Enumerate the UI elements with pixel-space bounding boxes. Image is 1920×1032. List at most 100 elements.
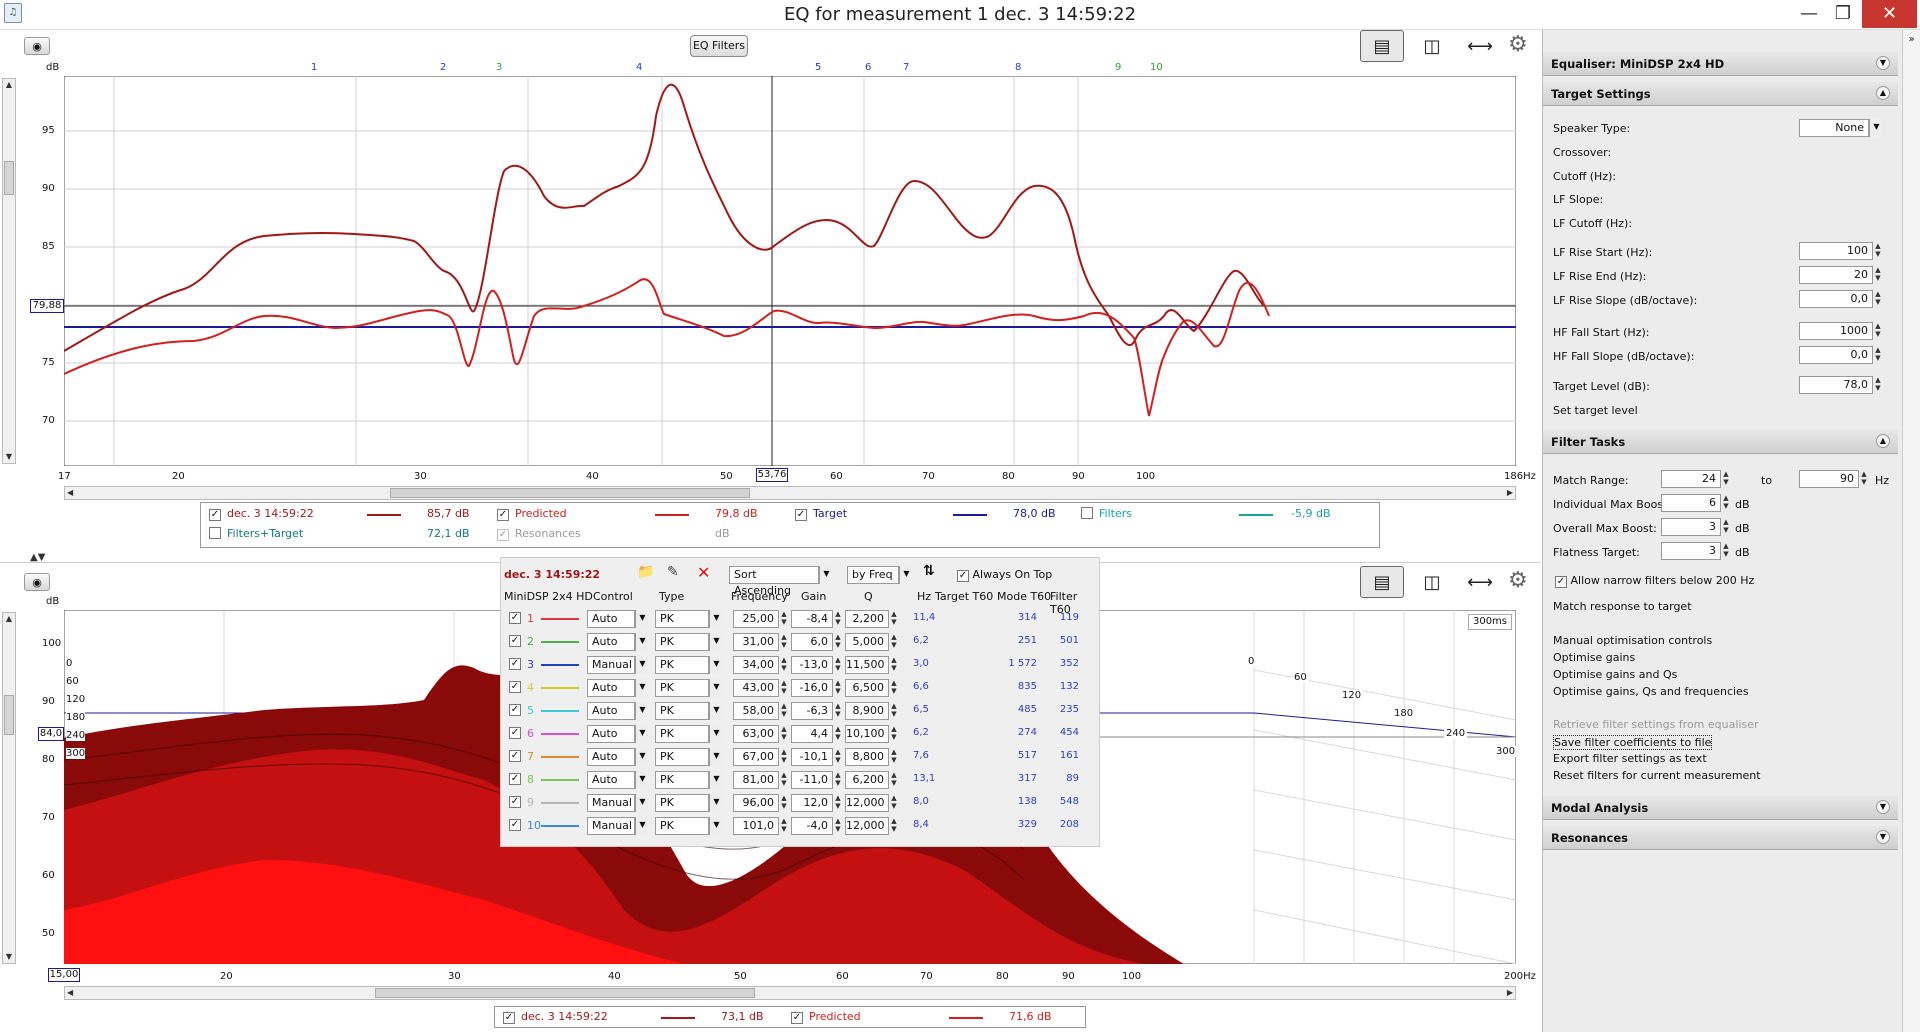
gain-input[interactable]: -11,0	[791, 771, 833, 789]
top-vertical-scrollbar[interactable]: ▲ ▼	[2, 78, 16, 464]
top-frequency-chart[interactable]	[64, 76, 1516, 466]
type-select[interactable]: PK	[655, 794, 709, 812]
q-input[interactable]: 12,000	[845, 817, 889, 835]
spin-arrows-icon[interactable]: ▲ ▼	[889, 748, 899, 766]
filter-enabled-checkbox[interactable]	[509, 612, 521, 624]
legend-checkbox[interactable]	[1081, 507, 1093, 519]
spin-arrows-icon[interactable]: ▲ ▼	[1873, 346, 1883, 364]
flatness-target-input[interactable]: 3	[1661, 542, 1721, 560]
frequency-input[interactable]: 101,0	[733, 817, 779, 835]
spin-arrows-icon[interactable]: ▲ ▼	[833, 679, 843, 697]
filter-enabled-checkbox[interactable]	[509, 635, 521, 647]
chevron-down-icon[interactable]: ▼	[709, 656, 723, 674]
chevron-down-icon[interactable]: ▼	[1876, 800, 1890, 814]
setting-input[interactable]: 0,0	[1799, 290, 1873, 308]
legend-checkbox[interactable]	[497, 509, 509, 521]
export-settings-link[interactable]: Export filter settings as text	[1553, 752, 1707, 765]
frequency-input[interactable]: 43,00	[733, 679, 779, 697]
control-select[interactable]: Auto	[587, 633, 635, 651]
chevron-down-icon[interactable]: ▼	[899, 566, 913, 584]
spin-arrows-icon[interactable]: ▲ ▼	[889, 656, 899, 674]
chevron-down-icon[interactable]: ▼	[635, 748, 649, 766]
equaliser-header[interactable]: Equaliser: MiniDSP 2x4 HD ▼	[1543, 52, 1898, 76]
legend-item[interactable]: dec. 3 14:59:22 85,7 dB	[209, 507, 489, 523]
sort-by-select[interactable]: by Freq	[847, 566, 899, 584]
chevron-down-icon[interactable]: ▼	[709, 771, 723, 789]
type-select[interactable]: PK	[655, 702, 709, 720]
optimise-all-link[interactable]: Optimise gains, Qs and frequencies	[1553, 685, 1749, 698]
spin-arrows-icon[interactable]: ▲ ▼	[833, 794, 843, 812]
frequency-input[interactable]: 67,00	[733, 748, 779, 766]
spin-arrows-icon[interactable]: ▲ ▼	[833, 610, 843, 628]
q-input[interactable]: 5,000	[845, 633, 889, 651]
chevron-down-icon[interactable]: ▼	[709, 679, 723, 697]
chevron-down-icon[interactable]: ▼	[635, 679, 649, 697]
save-coefficients-link[interactable]: Save filter coefficients to file	[1553, 735, 1713, 750]
top-horizontal-scrollbar[interactable]: ◀ ▶	[64, 486, 1516, 500]
spin-arrows-icon[interactable]: ▲ ▼	[833, 748, 843, 766]
spin-arrows-icon[interactable]: ▲ ▼	[779, 656, 789, 674]
filter-enabled-checkbox[interactable]	[509, 704, 521, 716]
individual-max-boost-input[interactable]: 6	[1661, 494, 1721, 512]
spin-arrows-icon[interactable]: ▲ ▼	[1873, 376, 1883, 394]
frequency-input[interactable]: 81,00	[733, 771, 779, 789]
chevron-down-icon[interactable]: ▼	[709, 794, 723, 812]
type-select[interactable]: PK	[655, 679, 709, 697]
chevron-down-icon[interactable]: ▼	[1876, 830, 1890, 844]
q-input[interactable]: 10,100	[845, 725, 889, 743]
chevron-down-icon[interactable]: ▼	[709, 748, 723, 766]
delete-icon[interactable]: ✕	[697, 563, 710, 582]
spin-arrows-icon[interactable]: ▲ ▼	[1873, 266, 1883, 284]
chevron-down-icon[interactable]: ▼	[819, 566, 833, 584]
type-select[interactable]: PK	[655, 633, 709, 651]
close-button[interactable]: ✕	[1862, 0, 1917, 28]
setting-input[interactable]: 100	[1799, 242, 1873, 260]
control-select[interactable]: Manual	[587, 794, 635, 812]
setting-input[interactable]: 0,0	[1799, 346, 1873, 364]
control-select[interactable]: Manual	[587, 817, 635, 835]
bottom-fit-axes-icon[interactable]: ⟷	[1458, 566, 1502, 598]
frequency-input[interactable]: 34,00	[733, 656, 779, 674]
spin-arrows-icon[interactable]: ▲ ▼	[779, 679, 789, 697]
gain-input[interactable]: 4,4	[791, 725, 833, 743]
frequency-input[interactable]: 63,00	[733, 725, 779, 743]
chevron-down-icon[interactable]: ▼	[1869, 119, 1883, 137]
filter-enabled-checkbox[interactable]	[509, 750, 521, 762]
chevron-down-icon[interactable]: ▼	[709, 725, 723, 743]
legend-checkbox[interactable]	[503, 1012, 515, 1024]
control-select[interactable]: Auto	[587, 771, 635, 789]
spin-arrows-icon[interactable]: ▲ ▼	[833, 771, 843, 789]
spin-arrows-icon[interactable]: ▲ ▼	[833, 633, 843, 651]
control-select[interactable]: Manual	[587, 656, 635, 674]
spin-arrows-icon[interactable]: ▲ ▼	[1873, 322, 1883, 340]
control-select[interactable]: Auto	[587, 679, 635, 697]
chevron-down-icon[interactable]: ▼	[709, 610, 723, 628]
gain-input[interactable]: -10,1	[791, 748, 833, 766]
bottom-vertical-scrollbar[interactable]: ▲ ▼	[2, 612, 16, 964]
spin-arrows-icon[interactable]: ▲ ▼	[1721, 470, 1731, 488]
spin-arrows-icon[interactable]: ▲ ▼	[889, 633, 899, 651]
q-input[interactable]: 12,000	[845, 794, 889, 812]
reset-filters-link[interactable]: Reset filters for current measurement	[1553, 769, 1761, 782]
match-response-link[interactable]: Match response to target	[1553, 600, 1692, 613]
setting-input[interactable]: 20	[1799, 266, 1873, 284]
gain-input[interactable]: -16,0	[791, 679, 833, 697]
filter-enabled-checkbox[interactable]	[509, 773, 521, 785]
type-select[interactable]: PK	[655, 725, 709, 743]
chevron-down-icon[interactable]: ▼	[635, 656, 649, 674]
control-select[interactable]: Auto	[587, 748, 635, 766]
eq-filters-button[interactable]: EQ Filters	[690, 35, 748, 57]
spin-arrows-icon[interactable]: ▲ ▼	[833, 725, 843, 743]
spin-arrows-icon[interactable]: ▲ ▼	[889, 610, 899, 628]
chevron-down-icon[interactable]: ▼	[635, 702, 649, 720]
legend-checkbox[interactable]	[209, 527, 221, 539]
legend-checkbox[interactable]	[209, 509, 221, 521]
spin-arrows-icon[interactable]: ▲ ▼	[1721, 542, 1731, 560]
gain-input[interactable]: -4,0	[791, 817, 833, 835]
legend-item[interactable]: Predicted 79,8 dB	[497, 507, 777, 523]
chevron-down-icon[interactable]: ▼	[635, 725, 649, 743]
bottom-single-graph-icon[interactable]: ▤	[1360, 566, 1404, 598]
gain-input[interactable]: 6,0	[791, 633, 833, 651]
spin-arrows-icon[interactable]: ▲ ▼	[779, 610, 789, 628]
overall-max-boost-input[interactable]: 3	[1661, 518, 1721, 536]
